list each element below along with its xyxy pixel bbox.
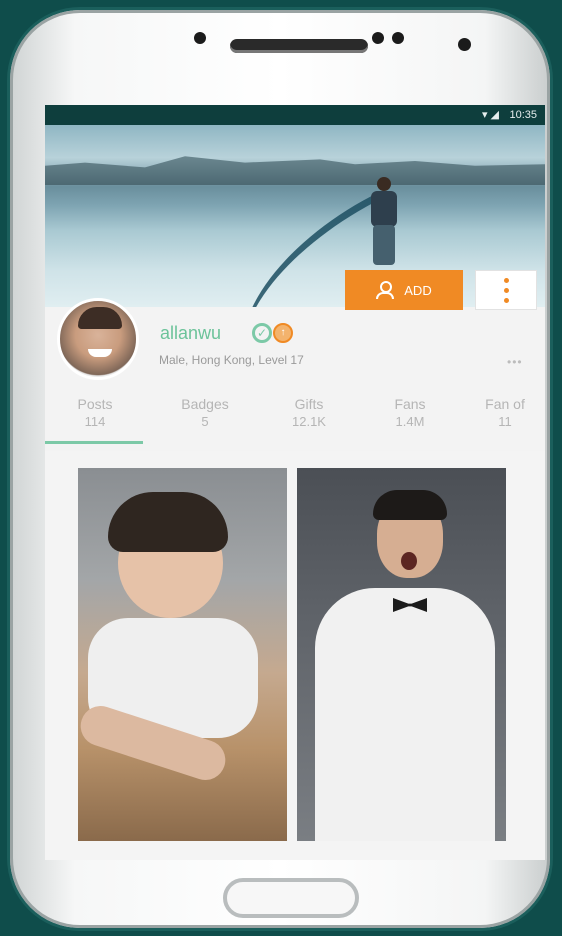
tab-count: 11	[498, 414, 512, 429]
person-add-icon	[376, 281, 395, 299]
tab-count: 114	[84, 414, 106, 429]
post-photo-baby[interactable]	[78, 468, 287, 841]
username: allanwu	[160, 323, 222, 343]
tab-badges[interactable]: Badges 5	[155, 396, 255, 430]
avatar[interactable]	[57, 298, 139, 380]
tab-count: 12.1K	[292, 414, 326, 429]
tab-count: 5	[201, 414, 209, 429]
wifi-signal-icons: ▾ ◢	[481, 109, 499, 121]
cover-flyboard-rider	[363, 177, 403, 269]
posts-grid	[45, 451, 545, 860]
tab-gifts[interactable]: Gifts 12.1K	[259, 396, 359, 430]
cover-photo	[45, 125, 545, 307]
proximity-sensor-2	[392, 32, 404, 44]
status-bar: ▾ ◢ 10:35	[45, 105, 545, 125]
level-icon: ↑	[273, 323, 293, 343]
front-sensor	[194, 32, 206, 44]
profile-overflow-icon[interactable]: •••	[507, 355, 523, 369]
tab-label: Fan of	[485, 396, 525, 412]
proximity-sensor-1	[372, 32, 384, 44]
selected-tab-indicator	[45, 441, 143, 444]
tab-label: Badges	[181, 396, 229, 412]
phone-frame: ▾ ◢ 10:35 ADD allanwu ✓ ↑ Male, Hong Kon…	[10, 10, 550, 928]
front-camera	[458, 38, 471, 51]
tab-posts[interactable]: Posts 114	[45, 396, 145, 430]
app-screen: ▾ ◢ 10:35 ADD allanwu ✓ ↑ Male, Hong Kon…	[45, 105, 545, 860]
add-friend-button[interactable]: ADD	[345, 270, 463, 310]
profile-tabs: Posts 114 Badges 5 Gifts 12.1K Fans 1.4M…	[45, 390, 545, 444]
tab-count: 1.4M	[395, 414, 425, 429]
verified-icon: ✓	[252, 323, 272, 343]
tab-label: Posts	[77, 396, 113, 412]
post-photo-man[interactable]	[297, 468, 506, 841]
more-options-button[interactable]	[475, 270, 537, 310]
home-button[interactable]	[223, 878, 359, 918]
tab-label: Gifts	[294, 396, 324, 412]
speaker-grille	[230, 39, 368, 53]
add-button-label: ADD	[404, 282, 432, 298]
tab-fans[interactable]: Fans 1.4M	[360, 396, 460, 430]
cover-ship-shape	[45, 156, 545, 185]
more-vert-icon	[503, 277, 509, 283]
user-details: Male, Hong Kong, Level 17	[159, 353, 304, 367]
tab-label: Fans	[394, 396, 426, 412]
tab-fan-of[interactable]: Fan of 11	[455, 396, 545, 430]
status-time: 10:35	[509, 109, 537, 121]
